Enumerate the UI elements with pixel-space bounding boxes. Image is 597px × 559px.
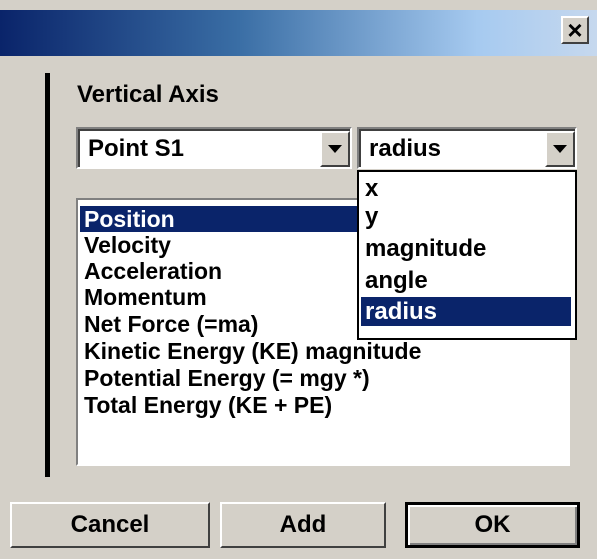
group-divider bbox=[45, 73, 50, 477]
component-select[interactable]: radius bbox=[357, 127, 577, 169]
list-item[interactable]: Potential Energy (= mgy *) bbox=[80, 365, 370, 391]
cancel-button[interactable]: Cancel bbox=[10, 502, 210, 548]
close-button[interactable]: × bbox=[561, 16, 589, 44]
dropdown-option-angle[interactable]: angle bbox=[361, 266, 571, 295]
object-select-value: Point S1 bbox=[88, 135, 185, 162]
list-item[interactable]: Total Energy (KE + PE) bbox=[80, 392, 332, 418]
list-item[interactable]: Kinetic Energy (KE) magnitude bbox=[80, 338, 421, 364]
title-bar[interactable]: × bbox=[0, 10, 597, 56]
list-item[interactable]: Momentum bbox=[80, 284, 207, 310]
list-item[interactable]: Velocity bbox=[80, 232, 171, 258]
add-button[interactable]: Add bbox=[220, 502, 386, 548]
chevron-down-icon bbox=[328, 145, 342, 153]
close-icon: × bbox=[567, 15, 583, 45]
list-item[interactable]: Net Force (=ma) bbox=[80, 311, 258, 337]
dropdown-option-magnitude[interactable]: magnitude bbox=[361, 234, 571, 263]
component-select-value: radius bbox=[369, 135, 442, 162]
list-item[interactable]: Position bbox=[80, 206, 360, 232]
component-dropdown-list[interactable]: x y magnitude angle radius bbox=[357, 170, 577, 340]
dropdown-option-y[interactable]: y bbox=[361, 202, 571, 231]
dropdown-option-radius[interactable]: radius bbox=[360, 296, 572, 327]
chevron-down-icon bbox=[553, 145, 567, 153]
object-select-dropdown-button[interactable] bbox=[320, 131, 350, 167]
ok-button[interactable]: OK bbox=[405, 502, 580, 548]
object-select[interactable]: Point S1 bbox=[76, 127, 352, 169]
dialog-window: × Vertical Axis Point S1 radius Position… bbox=[0, 0, 597, 559]
dropdown-option-x[interactable]: x bbox=[361, 174, 571, 203]
component-select-dropdown-button[interactable] bbox=[545, 131, 575, 167]
vertical-axis-label: Vertical Axis bbox=[77, 81, 219, 108]
list-item[interactable]: Acceleration bbox=[80, 258, 222, 284]
